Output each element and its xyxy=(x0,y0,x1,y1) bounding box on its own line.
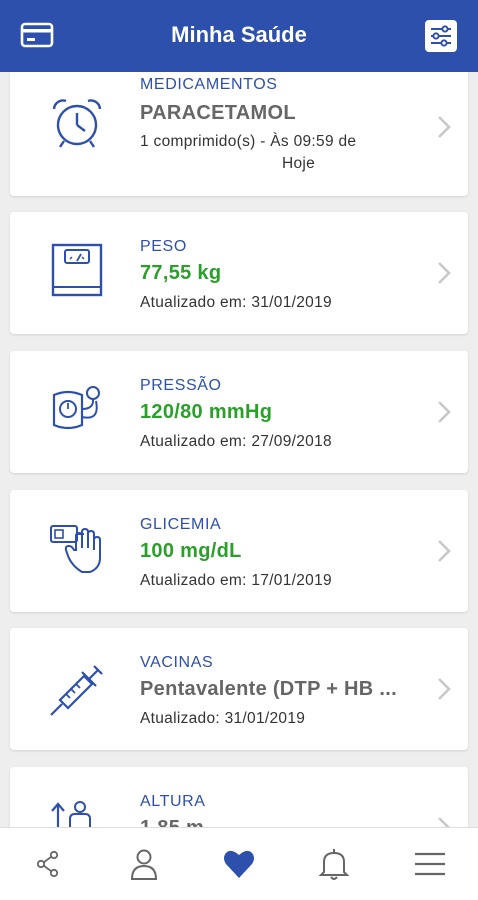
chevron-right-icon xyxy=(438,540,451,562)
card-value: Pentavalente (DTP + HB ... xyxy=(140,678,397,700)
card-value: PARACETAMOL xyxy=(140,102,296,124)
bell-icon xyxy=(318,849,350,880)
card-glicemia[interactable]: GLICEMIA 100 mg/dL Atualizado em: 17/01/… xyxy=(10,490,468,612)
chevron-right-icon xyxy=(438,116,451,138)
settings-sliders-icon xyxy=(425,20,457,52)
share-icon xyxy=(36,850,59,878)
card-category: GLICEMIA xyxy=(140,516,222,533)
card-subtitle-line2: Hoje xyxy=(282,155,316,172)
card-category: MEDICAMENTOS xyxy=(140,76,278,93)
card-subtitle-line1: 1 comprimido(s) - Às 09:59 de xyxy=(140,133,357,150)
chevron-right-icon xyxy=(438,262,451,284)
scale-icon xyxy=(51,243,103,297)
syringe-icon xyxy=(50,665,103,716)
nav-health[interactable] xyxy=(221,846,257,882)
glucose-meter-icon xyxy=(50,525,101,573)
card-subtitle: Atualizado em: 17/01/2019 xyxy=(140,572,332,589)
card-category: ALTURA xyxy=(140,793,206,810)
card-subtitle: Atualizado em: 27/09/2018 xyxy=(140,433,332,450)
nav-share[interactable] xyxy=(30,846,66,882)
profile-icon xyxy=(130,849,158,880)
menu-icon xyxy=(415,852,445,876)
height-icon xyxy=(51,801,91,827)
card-value: 77,55 kg xyxy=(140,262,222,284)
chevron-right-icon xyxy=(438,817,450,827)
card-altura[interactable]: ALTURA 1,85 m xyxy=(10,767,468,827)
card-category: VACINAS xyxy=(140,654,214,671)
card-vacinas[interactable]: VACINAS Pentavalente (DTP + HB ... Atual… xyxy=(10,628,468,750)
chevron-right-icon xyxy=(438,678,451,700)
nav-profile[interactable] xyxy=(126,846,162,882)
blood-pressure-icon xyxy=(52,386,100,430)
card-subtitle: Atualizado em: 31/01/2019 xyxy=(140,294,332,311)
card-value: 1,85 m xyxy=(140,817,204,827)
nav-notifications[interactable] xyxy=(316,846,352,882)
card-pressao[interactable]: PRESSÃO 120/80 mmHg Atualizado em: 27/09… xyxy=(10,351,468,473)
card-category: PESO xyxy=(140,238,187,255)
card-subtitle: Atualizado: 31/01/2019 xyxy=(140,710,306,727)
heart-icon xyxy=(224,850,254,878)
nav-menu[interactable] xyxy=(412,846,448,882)
card-value: 120/80 mmHg xyxy=(140,401,273,423)
card-value: 100 mg/dL xyxy=(140,540,242,562)
app-header: Minha Saúde xyxy=(0,0,478,72)
chevron-right-icon xyxy=(438,401,451,423)
alarm-clock-icon xyxy=(52,99,102,148)
card-category: PRESSÃO xyxy=(140,377,222,394)
settings-button[interactable] xyxy=(424,19,458,53)
bottom-nav xyxy=(0,827,478,900)
health-list[interactable]: MEDICAMENTOS PARACETAMOL 1 comprimido(s)… xyxy=(0,72,478,827)
page-title: Minha Saúde xyxy=(171,22,307,47)
card-medicamentos[interactable]: MEDICAMENTOS PARACETAMOL 1 comprimido(s)… xyxy=(10,72,468,196)
card-peso[interactable]: PESO 77,55 kg Atualizado em: 31/01/2019 xyxy=(10,212,468,334)
